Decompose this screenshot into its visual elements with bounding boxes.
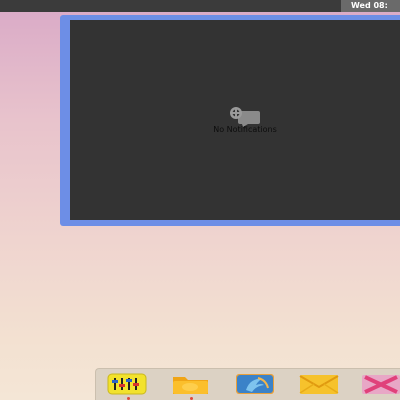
dock-item-browser[interactable] bbox=[234, 372, 276, 396]
equalizer-icon bbox=[107, 373, 147, 395]
dock-item-equalizer[interactable] bbox=[106, 372, 148, 396]
clock[interactable]: Wed 08: bbox=[341, 0, 400, 12]
dock-item-x[interactable] bbox=[360, 372, 400, 396]
folder-icon bbox=[173, 377, 208, 394]
browser-icon bbox=[236, 374, 274, 394]
mail-icon bbox=[299, 375, 339, 394]
no-notifications-text: No Notifications bbox=[213, 125, 277, 134]
top-bar bbox=[0, 0, 400, 12]
dock-item-files[interactable] bbox=[170, 372, 212, 396]
dock-item-mail[interactable] bbox=[298, 372, 340, 396]
close-x-icon bbox=[362, 375, 400, 394]
